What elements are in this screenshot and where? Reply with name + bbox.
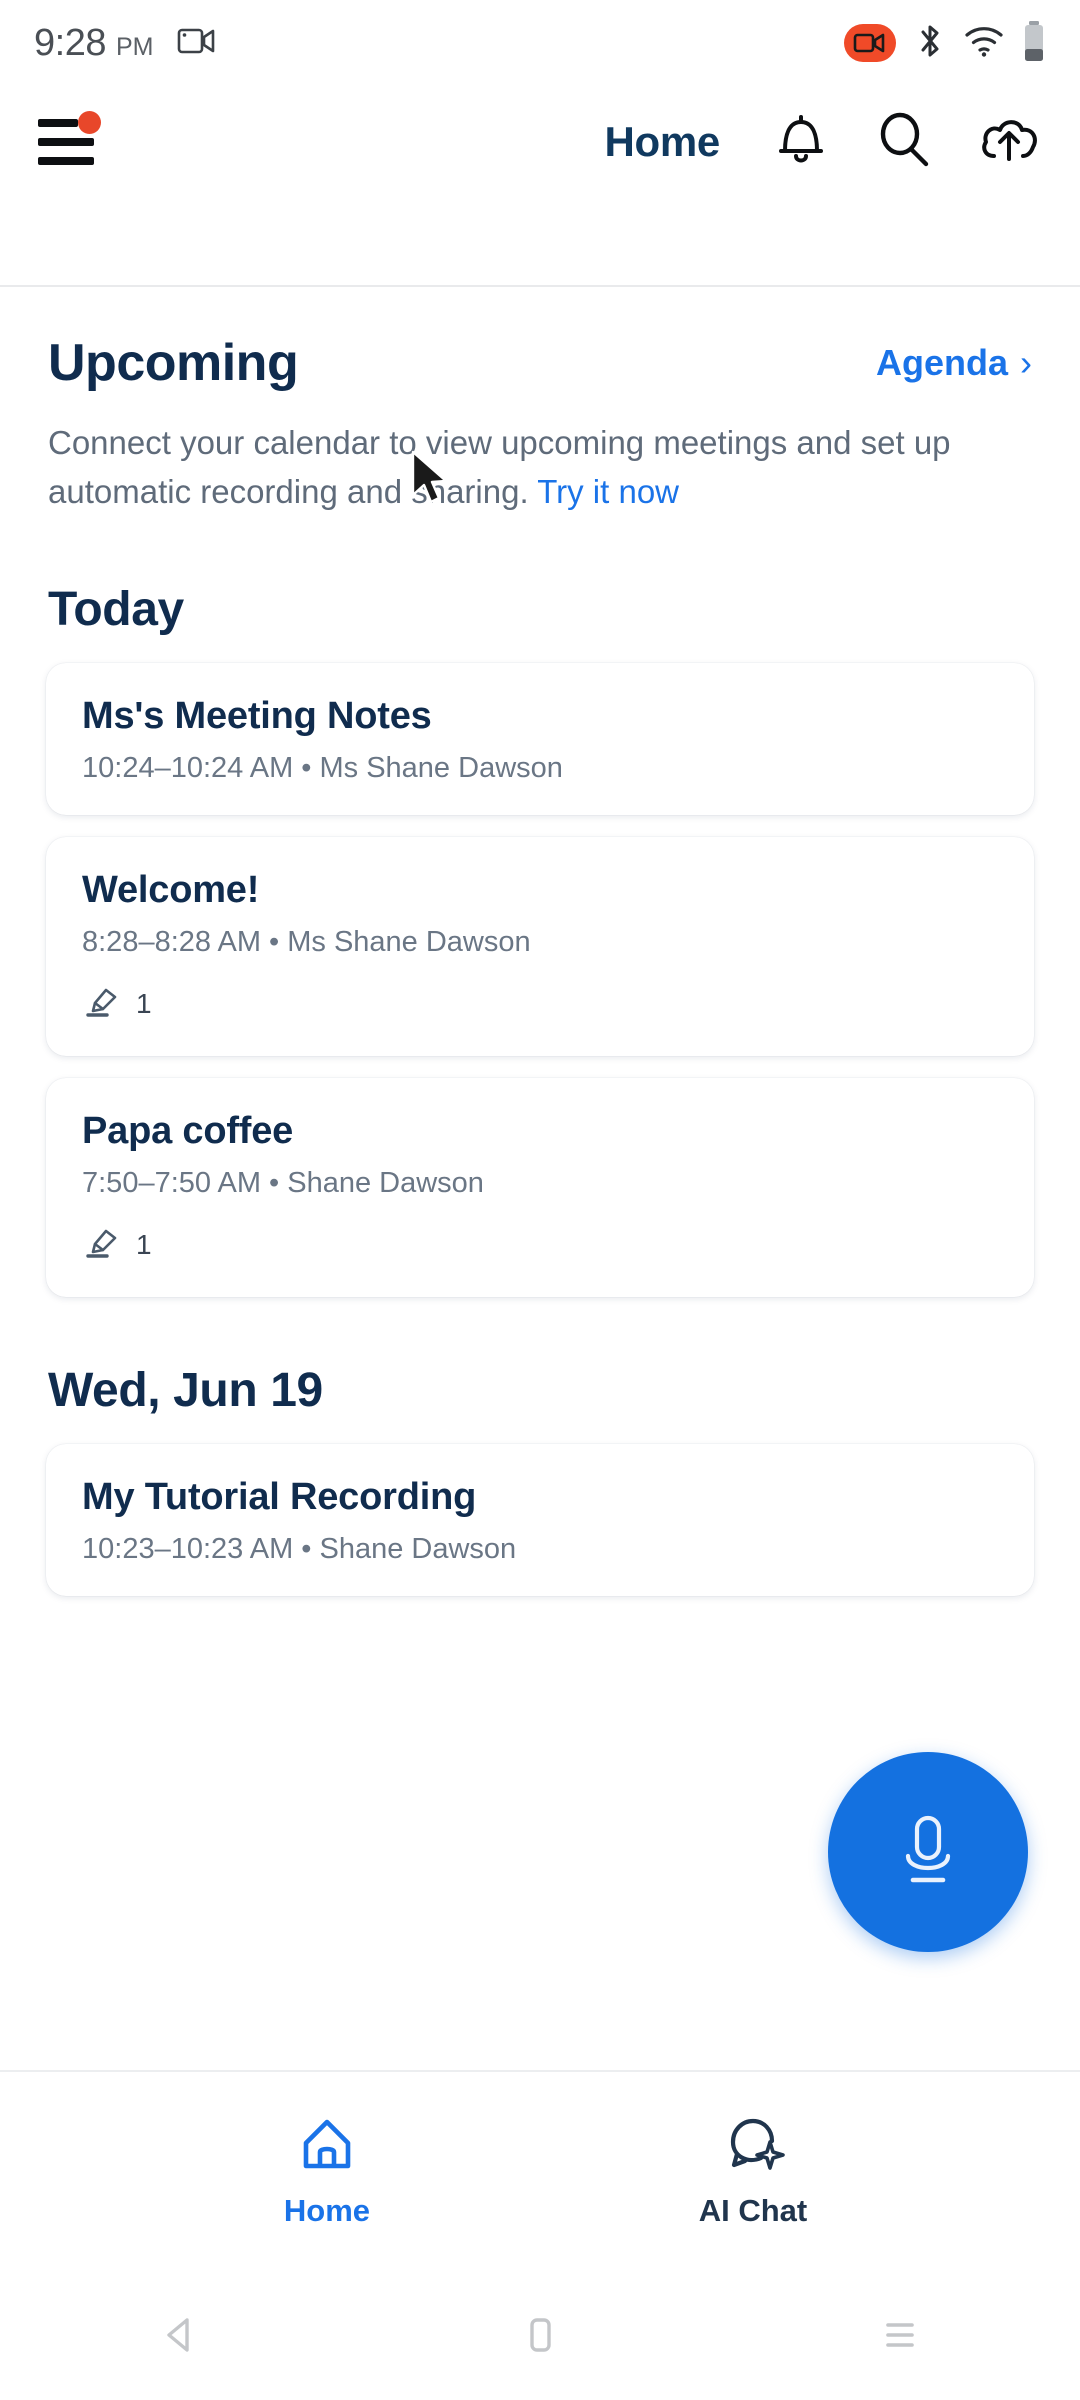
nav-label-ai-chat: AI Chat bbox=[698, 2192, 808, 2228]
meeting-title: Papa coffee bbox=[82, 1110, 294, 1152]
status-bar-right bbox=[844, 20, 1046, 67]
notifications-bell-icon[interactable] bbox=[772, 109, 830, 176]
meeting-subtitle: 10:24–10:24 AM • Ms Shane Dawson bbox=[82, 752, 563, 784]
bottom-navigation: Home AI Chat bbox=[0, 2070, 1080, 2270]
microphone-icon bbox=[886, 1804, 970, 1901]
meeting-subtitle: 8:28–8:28 AM • Ms Shane Dawson bbox=[82, 926, 531, 958]
nav-label-home: Home bbox=[283, 2192, 371, 2228]
agenda-link-label: Agenda bbox=[875, 342, 1008, 383]
meeting-title: Welcome! bbox=[82, 869, 260, 911]
nav-item-ai-chat[interactable]: AI Chat bbox=[638, 2114, 868, 2229]
back-triangle-icon[interactable] bbox=[120, 2275, 240, 2395]
section-heading-today: Today bbox=[48, 583, 184, 636]
menu-bar-1 bbox=[38, 119, 78, 127]
android-system-nav bbox=[0, 2270, 1080, 2400]
meeting-subtitle: 10:23–10:23 AM • Shane Dawson bbox=[82, 1533, 517, 1565]
today-card-list: Ms's Meeting Notes 10:24–10:24 AM • Ms S… bbox=[0, 637, 1080, 1297]
screen-record-badge-icon bbox=[844, 24, 896, 62]
menu-bar-3 bbox=[38, 157, 94, 165]
meeting-meta: 1 bbox=[82, 1222, 998, 1267]
upcoming-heading: Upcoming bbox=[48, 334, 299, 392]
status-bar: 9:28 PM bbox=[0, 0, 1080, 86]
video-camera-icon bbox=[177, 25, 217, 62]
home-square-icon[interactable] bbox=[480, 2275, 600, 2395]
recents-lines-icon[interactable] bbox=[840, 2275, 960, 2395]
meeting-subtitle: 7:50–7:50 AM • Shane Dawson bbox=[82, 1167, 484, 1199]
date-card-list: My Tutorial Recording 10:23–10:23 AM • S… bbox=[0, 1418, 1080, 1596]
menu-notification-badge bbox=[78, 111, 101, 134]
cloud-upload-icon[interactable] bbox=[978, 109, 1042, 176]
chevron-right-icon: › bbox=[1020, 342, 1032, 383]
battery-icon bbox=[1022, 20, 1046, 67]
page-title: Home bbox=[604, 118, 721, 165]
home-icon bbox=[295, 2114, 359, 2179]
meeting-card[interactable]: Papa coffee 7:50–7:50 AM • Shane Dawson … bbox=[46, 1078, 1034, 1297]
meeting-title: My Tutorial Recording bbox=[82, 1476, 477, 1518]
phone-screen: 9:28 PM Home Upcoming Agenda › Connect y… bbox=[0, 0, 1080, 2400]
highlight-count: 1 bbox=[136, 987, 152, 1019]
calendar-connect-blurb: Connect your calendar to view upcoming m… bbox=[0, 393, 1000, 516]
highlighter-icon bbox=[82, 981, 122, 1026]
nav-item-home[interactable]: Home bbox=[212, 2114, 442, 2229]
upcoming-section-header: Upcoming Agenda › bbox=[0, 288, 1080, 393]
mouse-cursor bbox=[409, 450, 453, 510]
status-ampm: PM bbox=[115, 32, 154, 61]
meeting-card[interactable]: My Tutorial Recording 10:23–10:23 AM • S… bbox=[46, 1444, 1034, 1596]
header-divider bbox=[0, 285, 1080, 287]
meeting-card[interactable]: Welcome! 8:28–8:28 AM • Ms Shane Dawson … bbox=[46, 837, 1034, 1056]
app-header: Home bbox=[0, 86, 1080, 198]
meeting-card[interactable]: Ms's Meeting Notes 10:24–10:24 AM • Ms S… bbox=[46, 663, 1034, 815]
record-fab-button[interactable] bbox=[828, 1752, 1028, 1952]
wifi-icon bbox=[964, 24, 1004, 63]
search-icon[interactable] bbox=[874, 109, 934, 176]
status-time: 9:28 bbox=[34, 21, 106, 64]
hamburger-menu-icon[interactable] bbox=[38, 111, 102, 169]
try-it-now-link[interactable]: Try it now bbox=[537, 473, 679, 510]
section-heading-date: Wed, Jun 19 bbox=[48, 1364, 323, 1417]
highlight-count: 1 bbox=[136, 1228, 152, 1260]
app-header-actions: Home bbox=[605, 109, 1043, 176]
bluetooth-icon bbox=[914, 21, 946, 66]
ai-chat-bubble-icon bbox=[721, 2114, 785, 2179]
menu-bar-2 bbox=[38, 138, 94, 146]
agenda-link[interactable]: Agenda › bbox=[876, 342, 1032, 384]
meeting-meta: 1 bbox=[82, 981, 998, 1026]
meeting-title: Ms's Meeting Notes bbox=[82, 695, 432, 737]
status-bar-left: 9:28 PM bbox=[34, 22, 217, 65]
highlighter-icon bbox=[82, 1222, 122, 1267]
